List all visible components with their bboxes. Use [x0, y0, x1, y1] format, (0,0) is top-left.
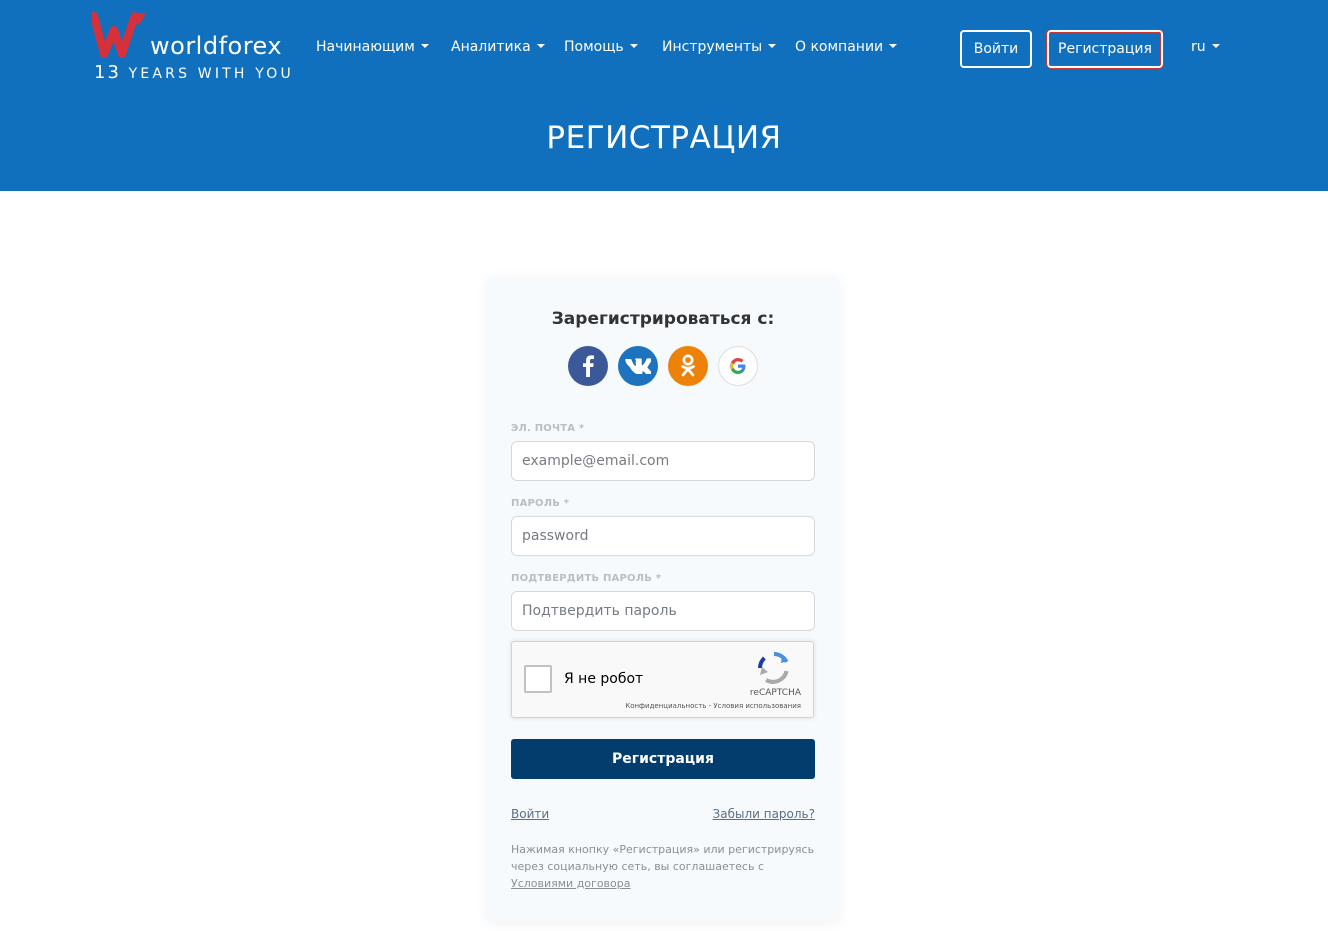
nav-beginners[interactable]: Начинающим	[316, 39, 429, 55]
nav-about[interactable]: О компании	[795, 39, 898, 55]
logo-w-mark	[92, 12, 146, 58]
nav-about-label: О компании	[795, 39, 884, 55]
nav-tools-label: Инструменты	[662, 39, 763, 55]
recaptcha-label: Я не робот	[564, 671, 644, 687]
recaptcha-links[interactable]: Конфиденциальность - Условия использован…	[625, 702, 801, 710]
odnoklassniki-icon	[681, 354, 695, 377]
caret-down-icon	[768, 44, 777, 48]
logo-tagline: 13 YEARS WITH YOU	[94, 62, 294, 83]
header-register-button[interactable]: Регистрация	[1046, 29, 1164, 69]
facebook-icon	[583, 355, 594, 377]
google-button[interactable]	[718, 346, 758, 386]
caret-down-icon	[629, 44, 638, 48]
terms-notice: Нажимая кнопку «Регистрация» или регистр…	[511, 841, 821, 892]
caret-down-icon	[536, 44, 545, 48]
password-field[interactable]	[511, 516, 815, 556]
tagline-number: 13	[94, 62, 121, 83]
terms-text: Нажимая кнопку «Регистрация» или регистр…	[511, 843, 815, 873]
site-header: worldforex 13 YEARS WITH YOU Начинающим …	[0, 0, 1328, 191]
page-title: РЕГИСТРАЦИЯ	[546, 120, 782, 156]
nav-help[interactable]: Помощь	[564, 39, 638, 55]
forgot-password-link[interactable]: Забыли пароль?	[713, 807, 815, 821]
caret-down-icon	[889, 44, 898, 48]
password-label: ПАРОЛЬ *	[511, 498, 570, 509]
login-link[interactable]: Войти	[511, 807, 549, 821]
worldforex-logo[interactable]: worldforex 13 YEARS WITH YOU	[92, 10, 292, 84]
terms-link[interactable]: Условиями договора	[511, 877, 631, 890]
registration-card: Зарегистрироваться с: ЭЛ. ПОЧТА * ПАРОЛЬ…	[487, 277, 839, 921]
recaptcha-widget: Я не робот reCAPTCHA Конфиденциальность …	[511, 641, 814, 718]
language-selector[interactable]: ru	[1191, 39, 1220, 55]
recaptcha-icon	[758, 652, 789, 684]
register-submit-button[interactable]: Регистрация	[511, 739, 815, 779]
language-label: ru	[1191, 39, 1206, 55]
email-label: ЭЛ. ПОЧТА *	[511, 423, 585, 434]
nav-help-label: Помощь	[564, 39, 624, 55]
nav-beginners-label: Начинающим	[316, 39, 415, 55]
email-field[interactable]	[511, 441, 815, 481]
caret-down-icon	[1211, 44, 1220, 48]
confirm-password-label: ПОДТВЕРДИТЬ ПАРОЛЬ *	[511, 573, 662, 584]
vk-icon	[625, 358, 651, 374]
header-login-button[interactable]: Войти	[960, 30, 1032, 68]
nav-analytics-label: Аналитика	[451, 39, 531, 55]
vk-button[interactable]	[618, 346, 658, 386]
recaptcha-checkbox[interactable]	[524, 665, 552, 693]
tagline-text: YEARS WITH YOU	[128, 66, 294, 82]
nav-tools[interactable]: Инструменты	[662, 39, 777, 55]
facebook-button[interactable]	[568, 346, 608, 386]
odnoklassniki-button[interactable]	[668, 346, 708, 386]
nav-analytics[interactable]: Аналитика	[451, 39, 545, 55]
confirm-password-field[interactable]	[511, 591, 815, 631]
social-register-title: Зарегистрироваться с:	[551, 309, 775, 329]
caret-down-icon	[420, 44, 429, 48]
recaptcha-brand: reCAPTCHA	[749, 688, 801, 698]
google-icon	[730, 358, 746, 374]
logo-brand-name: worldforex	[150, 32, 283, 60]
